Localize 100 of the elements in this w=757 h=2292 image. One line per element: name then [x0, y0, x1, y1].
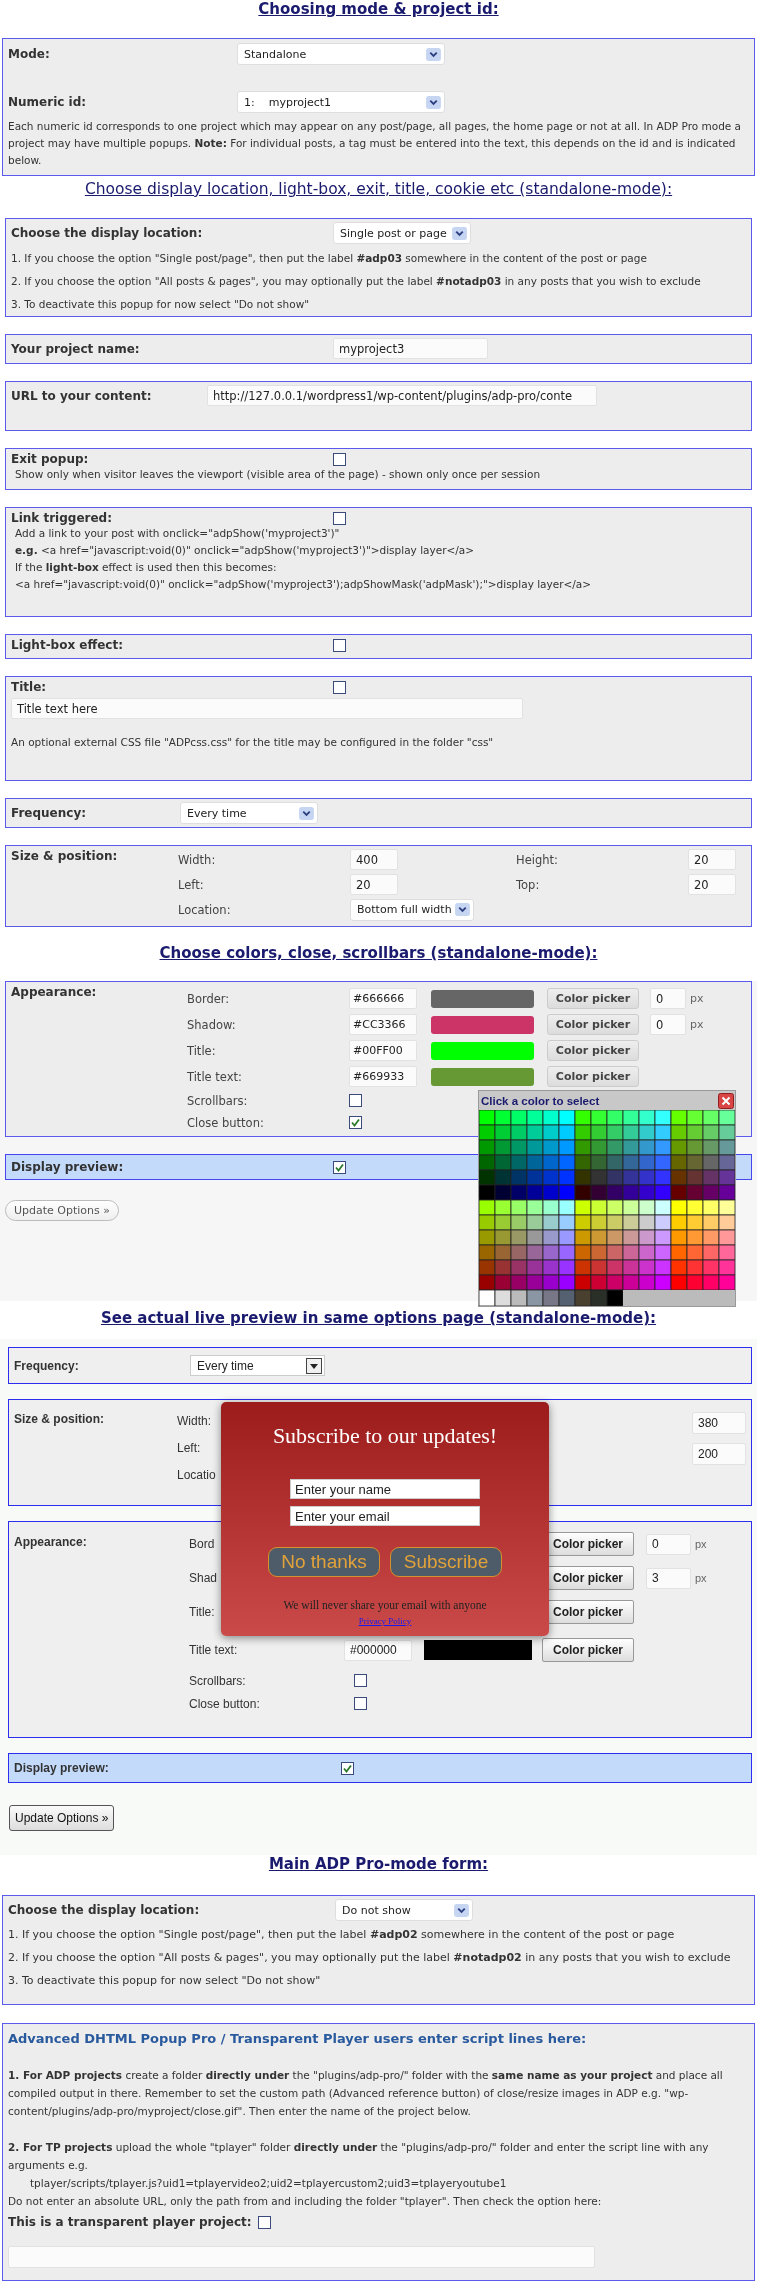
field-label: Left:: [177, 1441, 202, 1455]
field-label: Exit popup:: [11, 452, 89, 466]
field-label: Top:: [516, 877, 540, 892]
checkbox[interactable]: [354, 1697, 367, 1710]
text-field[interactable]: 380: [692, 1412, 746, 1434]
field-label: Title:: [189, 1605, 215, 1619]
field-label: Light-box effect:: [11, 638, 123, 652]
color-swatch[interactable]: [431, 1015, 534, 1034]
text-field[interactable]: #000000: [344, 1639, 412, 1661]
help-text: Show only when visitor leaves the viewport (visible area of the page) - shown only once per session: [14, 467, 542, 482]
help-text: Add a link to your post with onclick="adpShow('myproject3')": [14, 526, 341, 541]
checkbox[interactable]: [333, 638, 346, 652]
field-label: URL to your content:: [11, 388, 152, 403]
field-label: Appearance:: [14, 1535, 87, 1549]
color-picker-button[interactable]: Color picker: [542, 1638, 634, 1662]
checkbox[interactable]: [341, 1761, 354, 1775]
text-field[interactable]: 0: [650, 988, 686, 1009]
color-picker-button[interactable]: Color picker: [547, 988, 639, 1009]
field-label: Mode:: [8, 47, 50, 61]
field-label: This is a transparent player project:: [8, 2215, 252, 2229]
update-options-button[interactable]: Update Options »: [9, 1805, 115, 1831]
text-field[interactable]: 200: [692, 1443, 746, 1465]
help-text: 2. For TP projects upload the whole "tplayer" folder directly under the "plugins/adp-pro/" folder and enter the script line with any arguments e.g.: [8, 2140, 710, 2173]
caret-icon: [452, 226, 467, 240]
checkbox[interactable]: [333, 1160, 346, 1174]
section-heading: Choose colors, close, scrollbars (standalone-mode):: [159, 944, 598, 962]
text-field[interactable]: myproject3: [333, 338, 488, 359]
checkbox[interactable]: [349, 1094, 362, 1107]
text-field[interactable]: #00FF00: [349, 1040, 417, 1061]
color-swatch[interactable]: [424, 1640, 532, 1660]
help-text: Each numeric id corresponds to one project which may appear on any post/page, all pages, the home page or not at all. In ADP Pro mode a project may have multiple popups. Note: For individual posts, a tag must be entered into the text, this depends on the id and is indicated below.: [8, 119, 743, 168]
checkbox[interactable]: [333, 511, 346, 525]
checkbox[interactable]: [333, 680, 346, 694]
color-picker-button[interactable]: Color picker: [547, 1014, 639, 1035]
name-field[interactable]: Enter your name: [290, 1479, 480, 1499]
dropdown[interactable]: Every time: [180, 802, 318, 824]
dropdown[interactable]: Standalone: [237, 43, 445, 65]
color-picker-button[interactable]: Color picker: [547, 1066, 639, 1087]
help-text: If the light-box effect is used then this becomes:: [14, 560, 278, 575]
field-label: Appearance:: [11, 985, 97, 999]
help-text: 1. If you choose the option "Single post/page", then put the label #adp02 somewhere in the content of the post or page: [8, 1927, 676, 1943]
text-field[interactable]: 0: [650, 1014, 686, 1035]
color-swatch[interactable]: [431, 1041, 534, 1060]
help-text: An optional external CSS file "ADPcss.css" for the title may be configured in the folder "css": [11, 735, 495, 750]
help-text: 1. If you choose the option "Single post/page", then put the label #adp03 somewhere in the content of the post or page: [11, 251, 648, 266]
field-label: Numeric id:: [8, 95, 87, 109]
text-field[interactable]: 20: [688, 849, 736, 870]
field-label: Shad: [189, 1571, 218, 1585]
help-text: Do not enter an absolute URL, only the path from and including the folder "tplayer". Then check the option here:: [8, 2194, 603, 2209]
text-field[interactable]: #666666: [349, 988, 417, 1009]
help-text: 3. To deactivate this popup for now select "Do not show": [11, 297, 311, 312]
text-field[interactable]: 0: [646, 1533, 691, 1555]
help-text: 2. If you choose the option "All posts & pages", you may optionally put the label #notadp03 in any posts that you wish to exclude: [11, 274, 702, 289]
help-text: 2. If you choose the option "All posts & pages", you may optionally put the label #notadp02 in any posts that you wish to exclude: [8, 1950, 732, 1966]
checkbox[interactable]: [333, 452, 346, 466]
close-icon[interactable]: [718, 1092, 734, 1109]
checkbox[interactable]: [257, 2215, 271, 2229]
field-label: Locatio: [177, 1468, 216, 1482]
help-text: tplayer/scripts/tplayer.js?uid1=tplayervideo2;uid2=tplayercustom2;uid3=tplayeryoutube1: [29, 2176, 508, 2191]
text-field[interactable]: #CC3366: [349, 1014, 417, 1035]
panel-heading: Advanced DHTML Popup Pro / Transparent Player users enter script lines here:: [8, 2031, 588, 2046]
privacy-note: We will never share your email with anyone: [283, 1599, 487, 1611]
help-text: <a href="javascript:void(0)" onclick="adpShow('myproject3');adpShowMask('adpMask');">display layer</a>: [14, 577, 593, 592]
email-field[interactable]: Enter your email: [290, 1506, 480, 1526]
text-field[interactable]: http://127.0.0.1/wordpress1/wp-content/plugins/adp-pro/conte: [207, 385, 597, 406]
dropdown[interactable]: Do not show: [335, 1899, 473, 1921]
text-field[interactable]: 400: [350, 849, 398, 870]
caret-icon: [454, 1903, 469, 1917]
color-picker-button[interactable]: Color picker: [547, 1040, 639, 1061]
dropdown[interactable]: Single post or page: [333, 222, 471, 244]
update-options-button[interactable]: Update Options »: [5, 1200, 119, 1221]
field-label: Your project name:: [11, 341, 140, 356]
field-label: Display preview:: [11, 1160, 124, 1174]
field-label: Scrollbars:: [189, 1673, 246, 1688]
text-field[interactable]: Title text here: [11, 698, 523, 719]
dropdown[interactable]: Every time: [190, 1355, 325, 1376]
dropdown[interactable]: Bottom full width: [350, 898, 474, 921]
color-swatch[interactable]: [431, 1067, 534, 1086]
text-field[interactable]: 20: [688, 874, 736, 895]
script-line-field[interactable]: [8, 2246, 595, 2268]
checkbox[interactable]: [354, 1674, 367, 1687]
field-label: Choose the display location:: [11, 226, 203, 240]
field-label: Border:: [187, 991, 230, 1006]
field-label: Close button:: [189, 1696, 260, 1711]
caret-icon: [426, 47, 441, 61]
caret-icon: [306, 1357, 322, 1374]
dropdown[interactable]: 1: myproject1: [237, 91, 445, 113]
unit-label: px: [695, 1538, 707, 1550]
field-label: Frequency:: [14, 1358, 79, 1373]
text-field[interactable]: 3: [646, 1567, 691, 1589]
field-label: Choose the display location:: [8, 1903, 200, 1917]
help-text: 1. For ADP projects create a folder directly under the "plugins/adp-pro/" folder with the same name as your project and place all compiled output in there. Remember to set the custom path (Advanced reference button) of close/resize images in ADP e.g. "wp-content/plugins/adp-pro/myproject/close.gif". Then enter the name of the project below.: [8, 2068, 724, 2119]
checkbox[interactable]: [349, 1116, 362, 1129]
text-field[interactable]: 20: [350, 874, 398, 895]
field-label: Width:: [177, 1414, 212, 1428]
text-field[interactable]: #669933: [349, 1066, 417, 1087]
color-swatch[interactable]: [431, 989, 534, 1008]
field-label: Location:: [178, 902, 231, 917]
field-label: Shadow:: [187, 1017, 236, 1032]
field-label: Scrollbars:: [187, 1093, 248, 1108]
